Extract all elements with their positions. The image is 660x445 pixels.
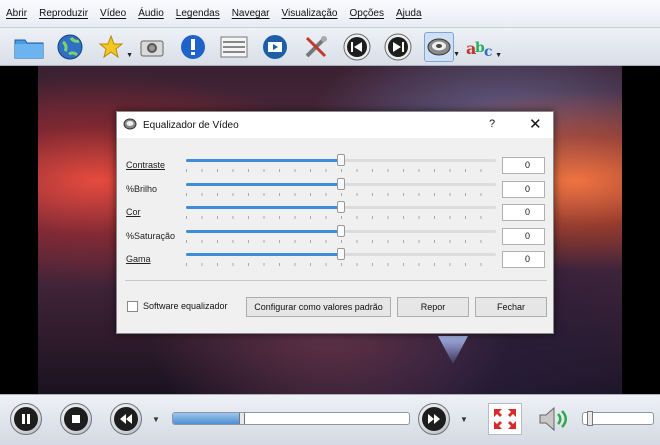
fast-forward-icon: [428, 414, 440, 424]
slider-label: Gama: [126, 254, 151, 264]
stop-icon: [72, 415, 80, 423]
slider-handle[interactable]: [337, 177, 345, 190]
menu-navegar[interactable]: Navegar: [232, 8, 270, 19]
slider-ticks: [186, 169, 496, 172]
color-value-field[interactable]: 0: [502, 204, 545, 221]
dialog-titlebar[interactable]: Equalizador de Vídeo ? ✕: [117, 112, 553, 138]
favorites-star-icon[interactable]: ▼: [96, 32, 133, 62]
slider-handle[interactable]: [337, 154, 345, 166]
slider-handle[interactable]: [337, 248, 345, 260]
color-slider[interactable]: [186, 201, 496, 213]
rewind-icon: [120, 414, 132, 424]
set-defaults-button[interactable]: Configurar como valores padrão: [246, 297, 391, 317]
saturation-slider[interactable]: [186, 224, 496, 237]
menu-visualizacao[interactable]: Visualização: [282, 8, 338, 19]
close-icon[interactable]: ✕: [529, 115, 542, 133]
info-icon[interactable]: [178, 32, 208, 62]
tools-icon[interactable]: [301, 32, 331, 62]
playback-controls: ▼ ▼: [0, 394, 660, 445]
dialog-title: Equalizador de Vídeo: [143, 119, 239, 131]
menu-opcoes[interactable]: Opções: [349, 8, 383, 19]
svg-text:c: c: [484, 44, 493, 60]
fast-forward-button[interactable]: [418, 403, 450, 435]
slider-list: Contraste 0 %Brilho 0 Cor 0 %Saturação 0…: [117, 152, 555, 270]
fullscreen-button[interactable]: [488, 403, 522, 435]
brightness-slider[interactable]: [186, 177, 496, 190]
contrast-slider[interactable]: [186, 154, 496, 166]
equalizer-app-icon: [123, 118, 137, 133]
menu-bar: Abrir Reproduzir Vídeo Áudio Legendas Na…: [0, 0, 660, 28]
gamma-value-field[interactable]: 0: [502, 251, 545, 268]
menu-audio[interactable]: Áudio: [138, 8, 164, 19]
chevron-down-icon[interactable]: ▼: [453, 51, 460, 58]
equalizer-icon[interactable]: ▼: [424, 31, 460, 62]
slider-ticks: [186, 239, 496, 243]
slider-label: Cor: [126, 207, 141, 217]
seek-handle[interactable]: [239, 413, 246, 424]
slider-label: %Saturação: [126, 230, 176, 241]
dialog-button-row: Software equalizador Configurar como val…: [117, 296, 555, 318]
seek-bar[interactable]: [172, 412, 410, 425]
menu-ajuda[interactable]: Ajuda: [396, 8, 422, 19]
video-equalizer-dialog: Equalizador de Vídeo ? ✕ Contraste 0 %Br…: [116, 111, 554, 334]
software-equalizer-label[interactable]: Software equalizador: [143, 301, 228, 311]
menu-reproduzir[interactable]: Reproduzir: [39, 8, 88, 19]
slider-ticks: [186, 192, 496, 196]
slider-row-cor: Cor 0: [117, 199, 555, 223]
slider-row-contraste: Contraste 0: [117, 152, 555, 176]
stop-button[interactable]: [60, 403, 92, 435]
pause-icon: [22, 414, 30, 424]
menu-abrir[interactable]: Abrir: [6, 8, 27, 19]
globe-icon[interactable]: [55, 32, 85, 62]
slider-row-brilho: %Brilho 0: [117, 176, 555, 200]
slider-label: %Brilho: [126, 183, 158, 194]
volume-slider[interactable]: [582, 411, 654, 426]
menu-legendas[interactable]: Legendas: [176, 8, 220, 19]
chevron-down-icon[interactable]: ▼: [460, 415, 468, 424]
reset-button[interactable]: Repor: [397, 297, 469, 317]
open-folder-icon[interactable]: [14, 32, 44, 62]
gamma-slider[interactable]: [186, 248, 496, 260]
divider: [125, 280, 547, 281]
close-button[interactable]: Fechar: [475, 297, 547, 317]
menu-video[interactable]: Vídeo: [100, 8, 126, 19]
screenshot-camera-icon[interactable]: [137, 32, 167, 62]
saturation-value-field[interactable]: 0: [502, 227, 545, 245]
rewind-button[interactable]: [110, 403, 142, 435]
toolbar: ▼ ▼ abc ▼: [0, 28, 660, 66]
slider-handle[interactable]: [337, 201, 345, 213]
chevron-down-icon[interactable]: ▼: [495, 52, 502, 59]
fullscreen-icon: [494, 409, 516, 429]
chevron-down-icon[interactable]: ▼: [126, 52, 133, 59]
slider-ticks: [186, 216, 496, 219]
slider-row-gama: Gama 0: [117, 246, 555, 270]
slider-ticks: [186, 263, 496, 266]
pause-button[interactable]: [10, 403, 42, 435]
brightness-value-field[interactable]: 0: [502, 180, 545, 198]
slider-row-saturacao: %Saturação 0: [117, 223, 555, 247]
software-equalizer-checkbox[interactable]: [127, 301, 138, 312]
volume-icon[interactable]: [538, 405, 572, 436]
slider-handle[interactable]: [337, 224, 345, 237]
video-clip-icon[interactable]: [260, 32, 290, 62]
help-button[interactable]: ?: [489, 118, 495, 130]
subtitles-abc-icon[interactable]: abc ▼: [465, 32, 502, 62]
chevron-down-icon[interactable]: ▼: [152, 415, 160, 424]
playlist-icon[interactable]: [219, 32, 249, 62]
contrast-value-field[interactable]: 0: [502, 157, 545, 174]
slider-label: Contraste: [126, 160, 166, 170]
next-icon[interactable]: [383, 32, 413, 62]
volume-handle[interactable]: [586, 411, 593, 426]
previous-icon[interactable]: [342, 32, 372, 62]
